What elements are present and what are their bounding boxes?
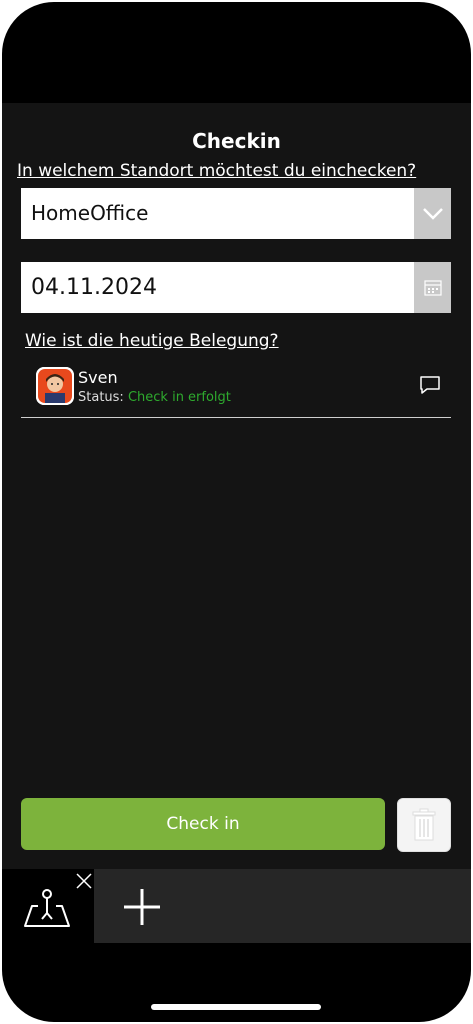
person-status: Status: Check in erfolgt (78, 390, 231, 405)
checkin-screen: Checkin In welchem Standort möchtest du … (2, 103, 471, 943)
phone-frame: Checkin In welchem Standort möchtest du … (2, 2, 471, 1022)
page-title: Checkin (192, 129, 281, 153)
plus-icon[interactable] (122, 887, 162, 927)
map-location-icon (22, 885, 72, 929)
checkin-button[interactable]: Check in (21, 798, 385, 850)
tab-bar (2, 869, 471, 943)
status-value: Check in erfolgt (127, 390, 231, 405)
location-select[interactable]: HomeOffice (21, 188, 451, 239)
location-question[interactable]: In welchem Standort möchtest du eincheck… (17, 161, 416, 181)
location-select-value: HomeOffice (31, 201, 149, 225)
calendar-icon[interactable] (414, 262, 451, 313)
occupancy-question[interactable]: Wie ist die heutige Belegung? (25, 331, 279, 351)
avatar (36, 367, 74, 405)
person-name: Sven (78, 368, 118, 387)
status-label: Status: (78, 390, 124, 405)
close-icon[interactable] (75, 872, 93, 890)
date-value: 04.11.2024 (31, 275, 157, 300)
chat-icon[interactable] (419, 375, 441, 399)
chevron-down-icon[interactable] (414, 188, 451, 239)
trash-icon[interactable] (397, 798, 451, 852)
tab-checkin[interactable] (2, 869, 94, 943)
date-field[interactable]: 04.11.2024 (21, 262, 451, 313)
list-item[interactable]: Sven Status: Check in erfolgt (21, 365, 451, 418)
home-indicator[interactable] (151, 1004, 321, 1010)
